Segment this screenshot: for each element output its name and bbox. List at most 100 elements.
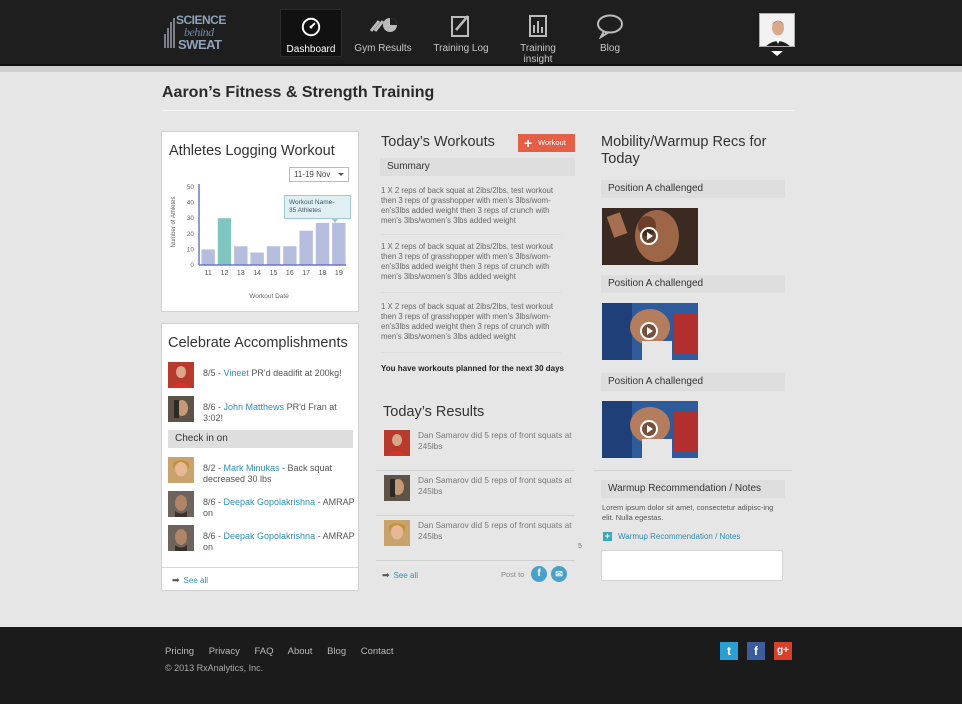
- footer-link-contact[interactable]: Contact: [361, 646, 394, 657]
- mobility-video[interactable]: [602, 208, 698, 265]
- x-tick-label: 18: [319, 270, 327, 277]
- avatar[interactable]: [384, 430, 410, 456]
- accomplishment-text: 8/6 - John Matthews PR'd Fran at 3:02!: [203, 402, 337, 424]
- accomplishments-card: Celebrate Accomplishments 8/5 - Vineet P…: [161, 323, 359, 591]
- x-tick-label: 16: [286, 270, 294, 277]
- video-label: Position A challenged: [601, 180, 785, 198]
- google-plus-icon[interactable]: g+: [774, 642, 792, 660]
- chart-bar-17[interactable]: [299, 230, 313, 265]
- avatar[interactable]: [168, 457, 194, 483]
- play-icon[interactable]: [640, 227, 658, 245]
- checkin-header: Check in on: [168, 430, 353, 448]
- avatar[interactable]: [384, 520, 410, 546]
- footer-links: Pricing Privacy FAQ About Blog Contact: [165, 646, 406, 657]
- post-to-label: Post to: [501, 570, 525, 579]
- divider: [381, 352, 561, 353]
- mobility-video[interactable]: [602, 303, 698, 360]
- user-menu-caret-icon[interactable]: [771, 51, 783, 56]
- notes-text: Lorem ipsum dolor sit amet, consectetur …: [602, 503, 774, 522]
- workouts-title: Today’s Workouts: [381, 134, 495, 150]
- footer-link-privacy[interactable]: Privacy: [209, 646, 240, 657]
- user-photo-icon: [760, 14, 794, 46]
- result-item: Dan Samarov did 5 reps of front squats a…: [376, 426, 575, 471]
- mobility-video[interactable]: [602, 401, 698, 458]
- athlete-link[interactable]: Mark Minukas: [224, 463, 280, 473]
- workout-summary-item: 1 X 2 reps of back squat at 2ibs/2lbs, t…: [381, 302, 554, 342]
- chart-bar-13[interactable]: [234, 246, 248, 265]
- planned-workouts-note: You have workouts planned for the next 3…: [381, 364, 565, 373]
- chart-bar-18[interactable]: [315, 222, 330, 265]
- y-tick-label: 50: [187, 184, 195, 191]
- chart-bar-14[interactable]: [250, 252, 264, 265]
- nav-blog[interactable]: Blog: [580, 9, 640, 57]
- brand-logo[interactable]: SCIENCE behind SWEAT: [164, 14, 236, 52]
- accomplishment-text: 8/5 - Vineet PR'd deadifit at 200kg!: [203, 368, 342, 378]
- x-tick-label: 11: [205, 270, 212, 277]
- avatar[interactable]: [168, 525, 194, 551]
- athlete-link[interactable]: Vineet: [224, 368, 249, 378]
- divider: [162, 567, 358, 568]
- y-tick-label: 10: [187, 246, 195, 253]
- chart-bar-16[interactable]: [283, 246, 297, 265]
- athletes-logging-card: Athletes Logging Workout 11-19 Nov Numbe…: [161, 131, 359, 312]
- gauge-icon: [301, 17, 321, 37]
- chart-bar-12[interactable]: [217, 218, 232, 265]
- copyright: © 2013 RxAnalytics, Inc.: [165, 663, 264, 673]
- user-avatar[interactable]: [759, 13, 795, 47]
- video-label: Position A challenged: [601, 373, 785, 391]
- twitter-icon[interactable]: t: [720, 642, 738, 660]
- chart-bar-15[interactable]: [266, 246, 281, 265]
- plus-icon: +: [524, 135, 533, 151]
- avatar[interactable]: [168, 362, 194, 388]
- athlete-link[interactable]: Deepak Gopolakrishna: [224, 531, 316, 541]
- footer-link-blog[interactable]: Blog: [327, 646, 346, 657]
- divider: [381, 292, 561, 293]
- add-notes-link[interactable]: + Warmup Recommendation / Notes: [603, 532, 740, 541]
- page-title: Aaron’s Fitness & Strength Training: [162, 84, 435, 101]
- results-title: Today’s Results: [383, 404, 485, 420]
- results-icon: [369, 18, 397, 32]
- avatar[interactable]: [384, 475, 410, 501]
- avatar[interactable]: [168, 396, 194, 422]
- play-icon[interactable]: [640, 420, 658, 438]
- tooltip-line2: 35 Athletes: [289, 207, 322, 215]
- x-axis-label: Workout Date: [249, 293, 289, 300]
- add-workout-button[interactable]: + Workout: [518, 134, 575, 152]
- divider: [376, 560, 575, 561]
- divider: [594, 470, 792, 471]
- y-tick-label: 40: [187, 200, 195, 207]
- play-icon[interactable]: [640, 322, 658, 340]
- x-tick-label: 15: [270, 270, 278, 277]
- video-label: Position A challenged: [601, 275, 785, 293]
- footer-link-about[interactable]: About: [288, 646, 313, 657]
- nav-label: Blog: [599, 43, 620, 54]
- plus-icon: +: [603, 531, 612, 541]
- tooltip-line1: Workout Name-: [289, 199, 335, 206]
- result-item: Dan Samarov did 5 reps of front squats a…: [376, 516, 575, 561]
- x-tick-label: 19: [335, 270, 343, 277]
- athlete-link[interactable]: Deepak Gopolakrishna: [224, 497, 316, 507]
- notes-input[interactable]: [601, 550, 783, 581]
- nav-training-insight[interactable]: Training insight: [505, 9, 571, 65]
- nav-label: Training insight: [520, 43, 556, 65]
- arrow-right-icon: ➡: [172, 575, 180, 585]
- see-all-accomplishments-link[interactable]: ➡ See all: [172, 575, 208, 586]
- x-tick-label: 13: [237, 270, 245, 277]
- nav-gym-results[interactable]: Gym Results: [352, 9, 414, 57]
- footer-link-pricing[interactable]: Pricing: [165, 646, 194, 657]
- avatar[interactable]: [168, 491, 194, 517]
- nav-dashboard[interactable]: Dashboard: [280, 9, 342, 57]
- chart-bar-11[interactable]: [201, 249, 215, 265]
- chat-share-icon[interactable]: ✉: [551, 566, 567, 582]
- summary-header: Summary: [380, 158, 575, 176]
- see-all-results-link[interactable]: ➡ See all: [382, 570, 418, 581]
- facebook-share-icon[interactable]: f: [531, 566, 547, 582]
- athlete-link[interactable]: John Matthews: [224, 402, 285, 412]
- log-icon: [451, 15, 469, 37]
- facebook-icon[interactable]: f: [747, 642, 765, 660]
- notes-header: Warmup Recommendation / Notes: [601, 480, 785, 498]
- chart-bar-19[interactable]: [332, 222, 346, 265]
- nav-training-log[interactable]: Training Log: [430, 9, 492, 57]
- speech-bubble-icon: [597, 14, 623, 39]
- footer-link-faq[interactable]: FAQ: [254, 646, 273, 657]
